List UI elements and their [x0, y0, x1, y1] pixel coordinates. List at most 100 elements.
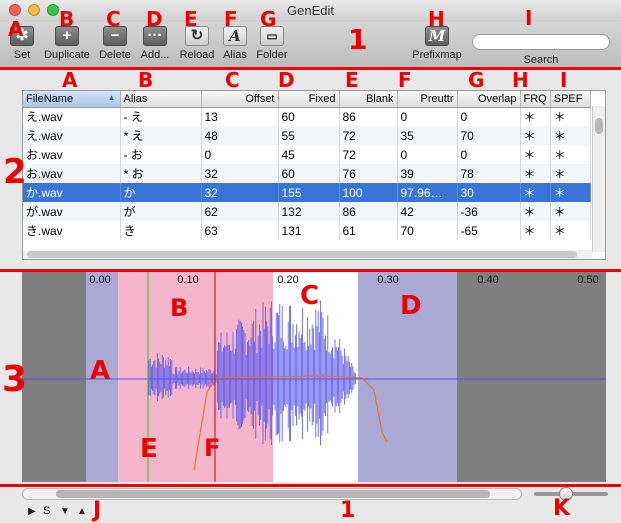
- cell-blank[interactable]: 72: [339, 145, 398, 164]
- search-input[interactable]: [472, 34, 610, 50]
- cell-preuttr[interactable]: 0: [397, 145, 458, 164]
- cell-alias[interactable]: き: [120, 221, 202, 240]
- reload-button[interactable]: ↻ Reload: [178, 26, 216, 61]
- cell-filename[interactable]: え.wav: [23, 107, 121, 126]
- cell-fixed[interactable]: 132: [278, 202, 340, 221]
- cell-filename[interactable]: お.wav: [23, 145, 121, 164]
- cell-overlap[interactable]: 78: [457, 164, 521, 183]
- cell-alias[interactable]: - え: [120, 107, 202, 126]
- table-row[interactable]: き.wav き 63 131 61 70 -65 ＊＊: [23, 221, 591, 240]
- column-header-blank[interactable]: Blank: [339, 91, 398, 108]
- cell-preuttr[interactable]: 35: [397, 126, 458, 145]
- cell-offset[interactable]: 32: [201, 183, 279, 202]
- table-row[interactable]: か.wav か 32 155 100 97.96… 30 ＊＊: [23, 183, 591, 202]
- cell-frq[interactable]: ＊: [520, 202, 551, 221]
- cell-offset[interactable]: 32: [201, 164, 279, 183]
- cell-filename[interactable]: き.wav: [23, 221, 121, 240]
- cell-spef[interactable]: ＊: [550, 202, 591, 221]
- cell-alias[interactable]: が: [120, 202, 202, 221]
- cell-blank[interactable]: 61: [339, 221, 398, 240]
- cell-filename[interactable]: か.wav: [23, 183, 121, 202]
- cell-alias[interactable]: - お: [120, 145, 202, 164]
- cell-frq[interactable]: ＊: [520, 126, 551, 145]
- cell-overlap[interactable]: -36: [457, 202, 521, 221]
- cell-frq[interactable]: ＊: [520, 145, 551, 164]
- add-button[interactable]: ··· Add...: [138, 26, 172, 61]
- cell-spef[interactable]: ＊: [550, 126, 591, 145]
- cell-frq[interactable]: ＊: [520, 183, 551, 202]
- table-row[interactable]: お.wav * お 32 60 76 39 78 ＊＊: [23, 164, 591, 183]
- cell-frq[interactable]: ＊: [520, 221, 551, 240]
- table-row[interactable]: え.wav * え 48 55 72 35 70 ＊＊: [23, 126, 591, 145]
- play-icon[interactable]: ▶: [28, 506, 36, 517]
- cell-spef[interactable]: ＊: [550, 221, 591, 240]
- cell-spef[interactable]: ＊: [550, 164, 591, 183]
- cell-blank[interactable]: 86: [339, 202, 398, 221]
- column-header-offset[interactable]: Offset: [201, 91, 279, 108]
- annotation-col-a: A: [62, 68, 78, 92]
- delete-label: Delete: [99, 49, 131, 61]
- cell-fixed[interactable]: 155: [278, 183, 340, 202]
- cell-blank[interactable]: 72: [339, 126, 398, 145]
- cell-alias[interactable]: * え: [120, 126, 202, 145]
- annotation-col-f: F: [398, 68, 412, 92]
- cell-fixed[interactable]: 131: [278, 221, 340, 240]
- move-up-icon[interactable]: ▲: [77, 506, 87, 517]
- column-header-fixed[interactable]: Fixed: [278, 91, 340, 108]
- delete-button[interactable]: − Delete: [96, 26, 134, 61]
- column-header-overlap[interactable]: Overlap: [457, 91, 521, 108]
- cell-offset[interactable]: 48: [201, 126, 279, 145]
- cell-spef[interactable]: ＊: [550, 183, 591, 202]
- cell-preuttr[interactable]: 42: [397, 202, 458, 221]
- cell-preuttr[interactable]: 70: [397, 221, 458, 240]
- move-down-icon[interactable]: ▼: [60, 506, 70, 517]
- table-vertical-scrollbar[interactable]: [592, 106, 605, 252]
- cell-overlap[interactable]: 0: [457, 145, 521, 164]
- cell-offset[interactable]: 0: [201, 145, 279, 164]
- alias-button[interactable]: A Alias: [220, 26, 250, 61]
- cell-preuttr[interactable]: 97.96…: [397, 183, 458, 202]
- cell-blank[interactable]: 100: [339, 183, 398, 202]
- column-header-alias[interactable]: Alias: [120, 91, 202, 108]
- column-header-filename[interactable]: FileName ▲: [23, 91, 121, 108]
- prefixmap-button[interactable]: M Prefixmap: [410, 26, 464, 61]
- column-header-preuttr[interactable]: Preuttr: [397, 91, 458, 108]
- cell-frq[interactable]: ＊: [520, 107, 551, 126]
- cell-filename[interactable]: え.wav: [23, 126, 121, 145]
- folder-button[interactable]: ▭ Folder: [254, 26, 290, 61]
- table-row[interactable]: が.wav が 62 132 86 42 -36 ＊＊: [23, 202, 591, 221]
- annotation-wave-f: F: [204, 434, 221, 462]
- cell-overlap[interactable]: -65: [457, 221, 521, 240]
- cell-blank[interactable]: 86: [339, 107, 398, 126]
- table-horizontal-scrollbar[interactable]: [23, 250, 592, 259]
- cell-fixed[interactable]: 55: [278, 126, 340, 145]
- cell-fixed[interactable]: 60: [278, 164, 340, 183]
- cell-frq[interactable]: ＊: [520, 164, 551, 183]
- cell-fixed[interactable]: 45: [278, 145, 340, 164]
- cell-preuttr[interactable]: 0: [397, 107, 458, 126]
- cell-offset[interactable]: 63: [201, 221, 279, 240]
- table-row[interactable]: え.wav - え 13 60 86 0 0 ＊＊: [23, 107, 591, 126]
- cell-overlap[interactable]: 30: [457, 183, 521, 202]
- cell-filename[interactable]: お.wav: [23, 164, 121, 183]
- cell-filename[interactable]: が.wav: [23, 202, 121, 221]
- cell-spef[interactable]: ＊: [550, 145, 591, 164]
- cell-alias[interactable]: か: [120, 183, 202, 202]
- cell-preuttr[interactable]: 39: [397, 164, 458, 183]
- cell-alias[interactable]: * お: [120, 164, 202, 183]
- table-row[interactable]: お.wav - お 0 45 72 0 0 ＊＊: [23, 145, 591, 164]
- table-horizontal-scroll-thumb[interactable]: [27, 251, 577, 258]
- cell-overlap[interactable]: 70: [457, 126, 521, 145]
- waveform-scroll-thumb[interactable]: [56, 490, 490, 498]
- cell-offset[interactable]: 62: [201, 202, 279, 221]
- cell-spef[interactable]: ＊: [550, 107, 591, 126]
- cell-blank[interactable]: 76: [339, 164, 398, 183]
- duplicate-button[interactable]: + Duplicate: [42, 26, 92, 61]
- column-header-frq[interactable]: FRQ: [520, 91, 551, 108]
- cell-overlap[interactable]: 0: [457, 107, 521, 126]
- cell-offset[interactable]: 13: [201, 107, 279, 126]
- cell-fixed[interactable]: 60: [278, 107, 340, 126]
- annotation-col-e: E: [345, 68, 359, 92]
- column-header-spef[interactable]: SPEF: [550, 91, 591, 108]
- table-vertical-scroll-thumb[interactable]: [595, 118, 603, 134]
